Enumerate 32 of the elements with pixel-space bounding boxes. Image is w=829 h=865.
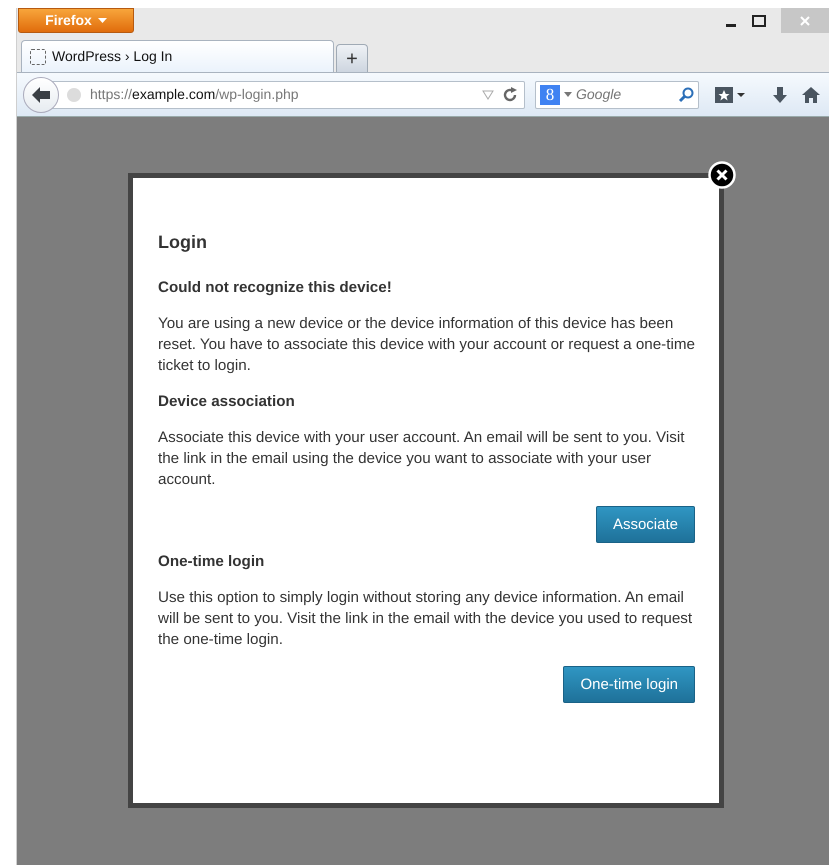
caret-icon[interactable] <box>564 92 572 97</box>
search-field[interactable]: 8 Google <box>535 80 699 108</box>
associate-button[interactable]: Associate <box>596 506 695 543</box>
close-icon <box>799 14 811 26</box>
one-time-login-button[interactable]: One-time login <box>563 666 695 703</box>
new-tab-button[interactable]: + <box>336 44 368 72</box>
firefox-menu-button[interactable]: Firefox <box>18 8 134 33</box>
section-heading: Could not recognize this device! <box>158 278 393 298</box>
maximize-icon <box>752 14 766 26</box>
section-heading: One-time login <box>158 552 266 572</box>
home-icon[interactable] <box>801 86 821 104</box>
back-arrow-icon <box>31 86 51 104</box>
search-engine-badge[interactable]: 8 <box>540 84 560 104</box>
browser-tab[interactable]: WordPress › Log In <box>21 40 334 72</box>
tab-title: WordPress › Log In <box>52 47 172 66</box>
globe-icon <box>66 86 82 102</box>
paragraph: Associate this device with your user account. An email will be sent to you. Visit the link in the email using the device you want to associate with your user account. <box>158 428 686 490</box>
paragraph: Use this option to simply login without storing any device information. An email will be sent to you. Visit the link in the email with the device you used to request the one-time login. <box>158 588 694 650</box>
paragraph: You are using a new device or the device information of this device has been reset. You have to associate this device with your account or request a one-time ticket to login. <box>158 314 695 376</box>
url-text: https://example.com/wp-login.php <box>90 85 299 104</box>
bookmarks-star-icon[interactable] <box>715 86 747 104</box>
reload-icon[interactable] <box>502 86 518 102</box>
caret-icon <box>98 18 107 23</box>
back-button[interactable] <box>23 76 59 112</box>
page-icon <box>30 48 46 64</box>
minimize-icon <box>726 24 736 26</box>
search-icon[interactable] <box>678 86 694 102</box>
address-bar[interactable]: https://example.com/wp-login.php <box>51 80 525 108</box>
download-icon[interactable] <box>771 86 789 104</box>
dialog-title: Login <box>158 231 208 254</box>
section-heading: Device association <box>158 392 296 412</box>
close-icon[interactable] <box>708 161 736 189</box>
